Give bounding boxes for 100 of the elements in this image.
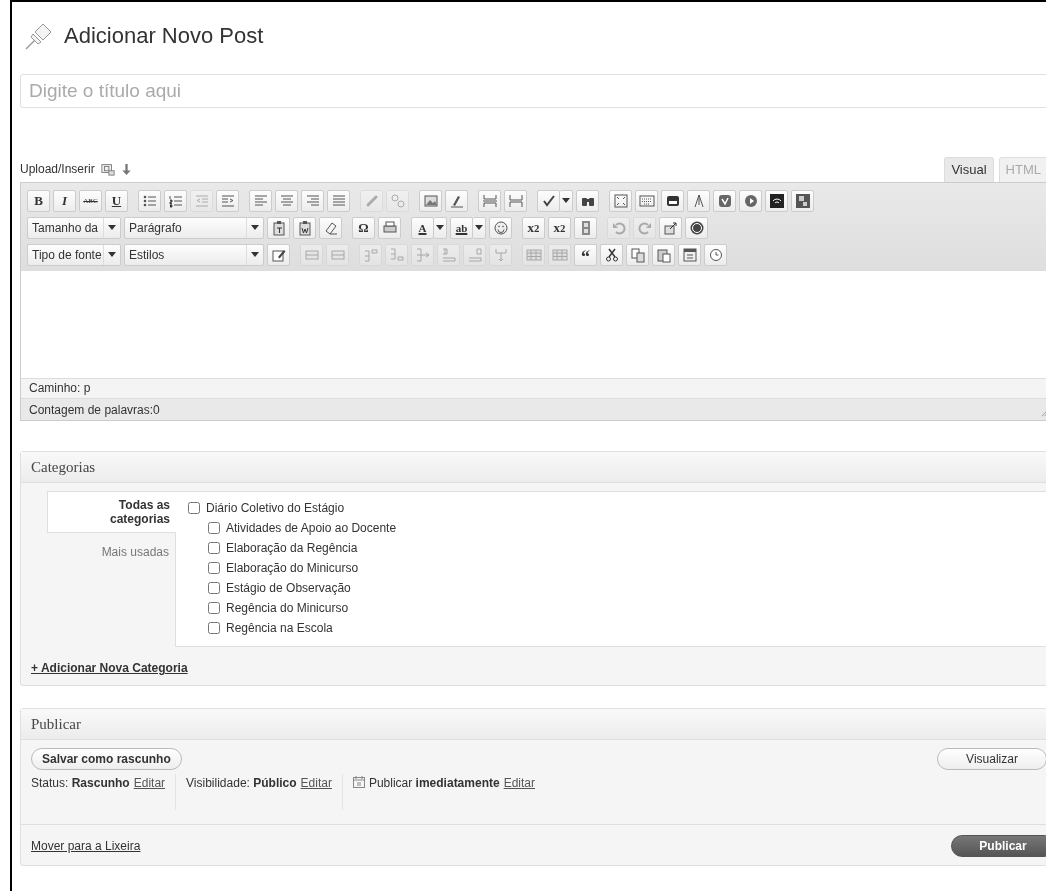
- category-label: Estágio de Observação: [226, 581, 351, 595]
- image-button[interactable]: [419, 189, 442, 212]
- align-justify-button[interactable]: [327, 189, 350, 212]
- download-arrow-icon[interactable]: [120, 162, 132, 176]
- scissors-icon: [603, 246, 620, 263]
- paste-button[interactable]: [652, 243, 675, 266]
- panel-header[interactable]: Categorias: [21, 452, 1046, 483]
- clipboard-icon: [296, 219, 313, 236]
- publish-button[interactable]: Publicar: [951, 835, 1046, 857]
- checkbox[interactable]: [188, 502, 200, 514]
- indent-button[interactable]: [216, 189, 239, 212]
- caret-icon: [251, 225, 259, 230]
- dropdown[interactable]: Tipo de fonte: [27, 243, 121, 266]
- checkbox[interactable]: [208, 602, 220, 614]
- dropdown-arrow-button[interactable]: [434, 216, 447, 239]
- blockquote-button[interactable]: “: [574, 243, 597, 266]
- row-insert-icon: [362, 246, 379, 263]
- clipboard-button[interactable]: [293, 216, 316, 239]
- title-field[interactable]: Digite o título aqui: [20, 74, 1046, 108]
- export-icon: [662, 219, 679, 236]
- category-tab[interactable]: Todas as categorias: [47, 491, 176, 533]
- save-draft-button[interactable]: Salvar como rascunho: [31, 748, 182, 770]
- smiley-button[interactable]: [489, 216, 512, 239]
- binoculars-button[interactable]: [576, 189, 599, 212]
- row-delete-icon: [414, 246, 431, 263]
- word-count: Contagem de palavras:0: [29, 402, 160, 417]
- panel-header[interactable]: Publicar: [21, 709, 1046, 740]
- checkbox[interactable]: [208, 622, 220, 634]
- indent-icon: [219, 192, 236, 209]
- compass-button[interactable]: [687, 189, 710, 212]
- help-icon: [688, 219, 705, 236]
- add-category-link[interactable]: + Adicionar Nova Categoria: [31, 661, 188, 675]
- badge-button[interactable]: [713, 189, 736, 212]
- dropdown-arrow-button[interactable]: [560, 189, 573, 212]
- play-button[interactable]: [739, 189, 762, 212]
- edit-link[interactable]: Editar: [133, 776, 166, 790]
- status-text: Status: Rascunho: [31, 776, 130, 790]
- edit-button[interactable]: [267, 243, 290, 266]
- list-numbered-button[interactable]: [164, 189, 187, 212]
- preview-button[interactable]: Visualizar: [937, 748, 1046, 770]
- checkbox[interactable]: [208, 582, 220, 594]
- dropdown[interactable]: Parágrafo: [124, 216, 264, 239]
- checkbox[interactable]: [208, 522, 220, 534]
- smiley-icon: [492, 219, 509, 236]
- caret-icon: [436, 225, 444, 230]
- category-label: Elaboração do Minicurso: [226, 561, 359, 575]
- visibility-text: Visibilidade: Público: [186, 776, 297, 790]
- checkbox[interactable]: [208, 562, 220, 574]
- list-bullets-button[interactable]: [138, 189, 161, 212]
- path-label: Caminho:: [29, 381, 81, 395]
- help-button[interactable]: [685, 216, 708, 239]
- outdent-icon: [193, 192, 210, 209]
- clock-button[interactable]: [704, 243, 727, 266]
- table-icon: [525, 246, 542, 263]
- image-icon: [422, 192, 439, 209]
- play-icon: [742, 192, 759, 209]
- edit-link[interactable]: Editar: [503, 776, 535, 790]
- checkmark-button[interactable]: [537, 189, 560, 212]
- path-value[interactable]: p: [83, 381, 91, 395]
- dropdown[interactable]: Estilos: [124, 243, 264, 266]
- align-justify-icon: [330, 192, 347, 209]
- checkbox[interactable]: [208, 542, 220, 554]
- caret-icon: [108, 225, 116, 230]
- dropdown-arrow-button[interactable]: [473, 216, 486, 239]
- special-character-button[interactable]: Ω: [352, 216, 375, 239]
- highlight-button[interactable]: ab: [450, 216, 473, 239]
- calendar-button[interactable]: [678, 243, 701, 266]
- underline-button[interactable]: U: [105, 189, 128, 212]
- dropdown[interactable]: Tamanho da: [27, 216, 121, 239]
- fullscreen-icon: [612, 192, 629, 209]
- italic-button[interactable]: I: [53, 189, 76, 212]
- panel-title: Categorias: [31, 458, 96, 476]
- editor-tab[interactable]: Visual: [944, 157, 994, 182]
- clock-icon: [707, 246, 724, 263]
- square-logo-button[interactable]: [791, 189, 814, 212]
- align-center-icon: [278, 192, 295, 209]
- trash-link[interactable]: Mover para a Lixeira: [31, 839, 141, 853]
- video-logo-button[interactable]: [661, 189, 684, 212]
- badge-icon: [716, 192, 733, 209]
- align-left-icon: [252, 192, 269, 209]
- merge-icon: [492, 246, 509, 263]
- text-color-button[interactable]: A: [411, 216, 434, 239]
- clipboard-button[interactable]: [267, 216, 290, 239]
- page-break-button[interactable]: [504, 189, 527, 212]
- fullscreen-button[interactable]: [609, 189, 632, 212]
- caret-icon: [562, 198, 570, 203]
- wifi-button[interactable]: [765, 189, 788, 212]
- scissors-button[interactable]: [600, 243, 623, 266]
- horizontal-rule-icon: [481, 192, 498, 209]
- category-tab[interactable]: Mais usadas: [47, 539, 175, 565]
- media-icon[interactable]: [100, 162, 115, 176]
- eraser-button[interactable]: [319, 216, 342, 239]
- category-label: Regência do Minicurso: [226, 601, 349, 615]
- wifi-icon: [768, 192, 785, 209]
- copy-icon: [629, 246, 646, 263]
- pen-underline-button[interactable]: [445, 189, 468, 212]
- printer-button[interactable]: [378, 216, 401, 239]
- edit-link[interactable]: Editar: [300, 776, 332, 790]
- bold-button[interactable]: B: [27, 189, 50, 212]
- page-title: Adicionar Novo Post: [64, 23, 264, 49]
